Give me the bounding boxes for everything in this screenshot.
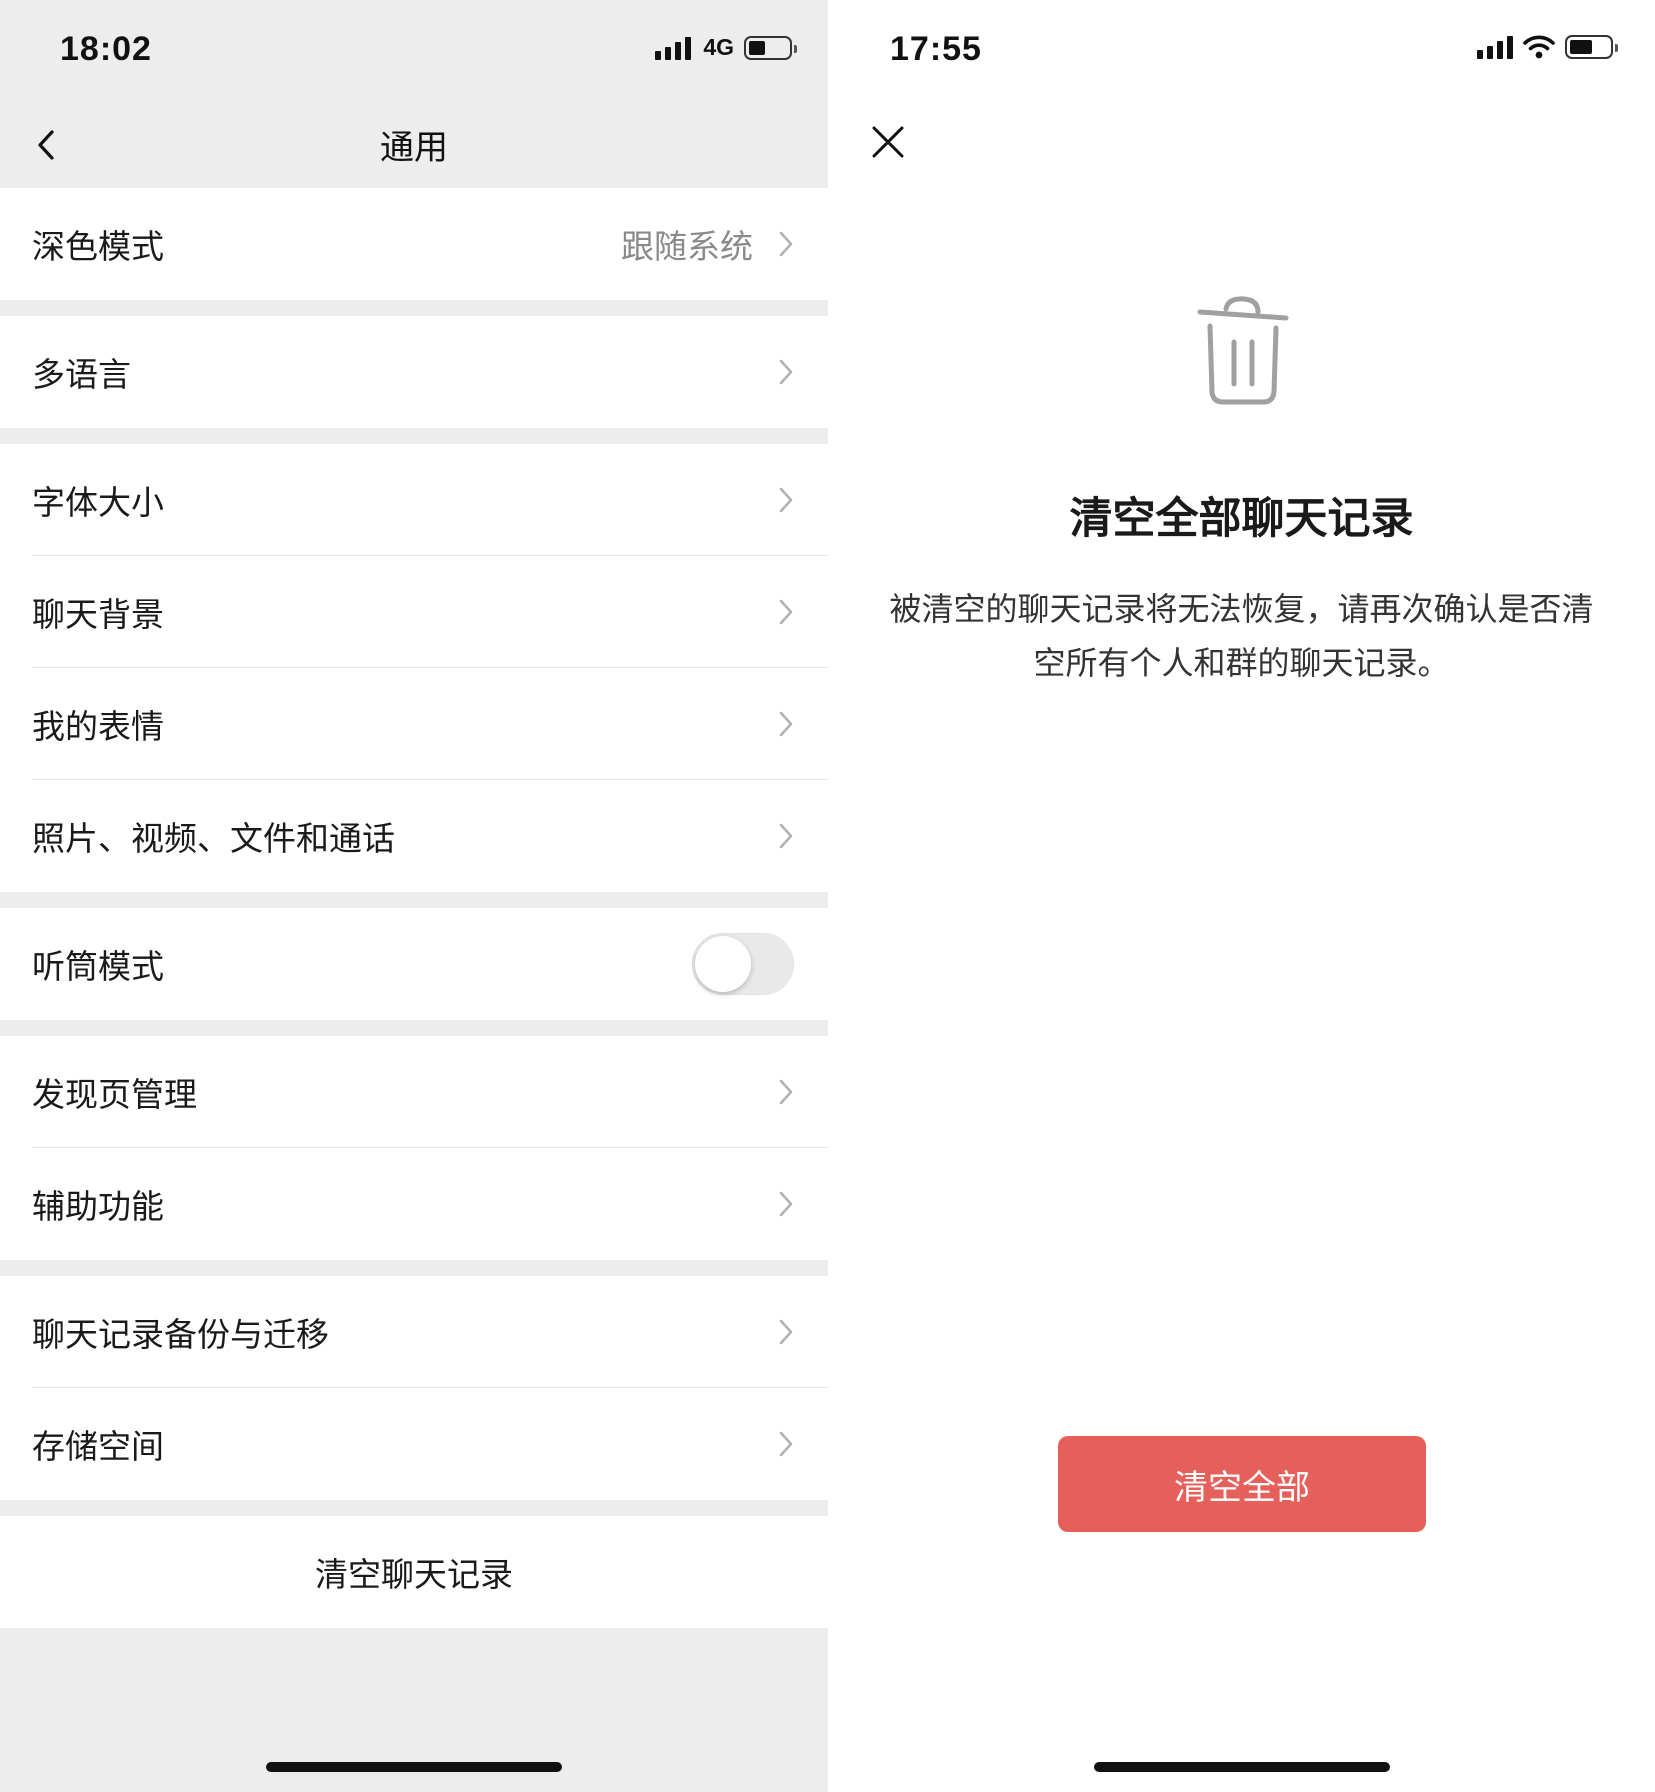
- status-time: 18:02: [60, 30, 152, 68]
- settings-item-label: 字体大小: [32, 483, 164, 522]
- settings-item-earpiece-mode: 听筒模式: [0, 908, 828, 1020]
- settings-item-dark-mode[interactable]: 深色模式 跟随系统: [0, 188, 828, 300]
- chevron-right-icon: [779, 231, 793, 257]
- dialog-description: 被清空的聊天记录将无法恢复，请再次确认是否清空所有个人和群的聊天记录。: [889, 590, 1594, 682]
- network-type: 4G: [703, 34, 734, 60]
- page-title: 通用: [380, 128, 448, 168]
- settings-item-accessibility[interactable]: 辅助功能: [0, 1148, 828, 1260]
- signal-icon: [655, 36, 692, 60]
- clear-chat-history-label: 清空聊天记录: [315, 1555, 513, 1594]
- chevron-right-icon: [779, 359, 793, 385]
- nav-bar: 通用: [0, 100, 828, 188]
- settings-item-label: 存储空间: [32, 1427, 164, 1466]
- battery-icon: [744, 35, 797, 60]
- settings-item-language[interactable]: 多语言: [0, 316, 828, 428]
- clear-all-button[interactable]: 清空全部: [1058, 1436, 1426, 1532]
- settings-group-earpiece: 听筒模式: [0, 908, 828, 1020]
- settings-group-display: 深色模式 跟随系统: [0, 188, 828, 300]
- settings-group-clear: 清空聊天记录: [0, 1516, 828, 1628]
- settings-item-label: 辅助功能: [32, 1187, 164, 1226]
- battery-icon: [1565, 35, 1618, 59]
- chevron-right-icon: [779, 1431, 793, 1457]
- settings-item-discover-management[interactable]: 发现页管理: [0, 1036, 828, 1148]
- settings-item-label: 多语言: [32, 355, 131, 394]
- wifi-icon: [1523, 35, 1555, 59]
- chevron-right-icon: [779, 1319, 793, 1345]
- chevron-right-icon: [779, 1191, 793, 1217]
- settings-item-value: 跟随系统: [621, 227, 753, 266]
- clear-all-chats-screen: 17:55 清空全部聊天记录 被清空的聊天记录将无法恢复，请再次确认是否清空所有…: [828, 0, 1655, 1792]
- settings-group-storage: 聊天记录备份与迁移 存储空间: [0, 1276, 828, 1500]
- settings-item-label: 聊天记录备份与迁移: [32, 1315, 329, 1354]
- chevron-right-icon: [779, 599, 793, 625]
- settings-item-label: 聊天背景: [32, 595, 164, 634]
- earpiece-mode-toggle[interactable]: [692, 933, 794, 995]
- settings-item-my-stickers[interactable]: 我的表情: [0, 668, 828, 780]
- settings-group-language: 多语言: [0, 316, 828, 428]
- settings-item-label: 照片、视频、文件和通话: [32, 819, 395, 858]
- status-bar: 18:02 4G: [0, 0, 828, 100]
- status-indicators: 4G: [655, 34, 797, 61]
- toggle-knob: [695, 936, 751, 992]
- settings-general-screen: 18:02 4G 通用 深色模式 跟随系统 多语言 字体大小 聊天背景 我的表情…: [0, 0, 828, 1792]
- chevron-right-icon: [779, 823, 793, 849]
- settings-item-chat-background[interactable]: 聊天背景: [0, 556, 828, 668]
- chevron-right-icon: [779, 487, 793, 513]
- settings-item-chat-backup[interactable]: 聊天记录备份与迁移: [0, 1276, 828, 1388]
- home-indicator: [266, 1762, 562, 1772]
- status-indicators: [1477, 34, 1618, 60]
- dialog-title: 清空全部聊天记录: [1069, 494, 1414, 544]
- settings-item-label: 我的表情: [32, 707, 164, 746]
- chevron-right-icon: [779, 1079, 793, 1105]
- settings-item-label: 听筒模式: [32, 947, 164, 986]
- chevron-right-icon: [779, 711, 793, 737]
- home-indicator: [1094, 1762, 1390, 1772]
- clear-chat-history-button[interactable]: 清空聊天记录: [0, 1516, 828, 1628]
- settings-group-discover: 发现页管理 辅助功能: [0, 1036, 828, 1260]
- settings-item-media-files-calls[interactable]: 照片、视频、文件和通话: [0, 780, 828, 892]
- signal-icon: [1477, 35, 1513, 59]
- settings-item-storage[interactable]: 存储空间: [0, 1388, 828, 1500]
- settings-item-label: 深色模式: [32, 227, 164, 266]
- settings-item-label: 发现页管理: [32, 1075, 197, 1114]
- settings-item-font-size[interactable]: 字体大小: [0, 444, 828, 556]
- settings-group-chat: 字体大小 聊天背景 我的表情 照片、视频、文件和通话: [0, 444, 828, 892]
- status-time: 17:55: [890, 30, 982, 68]
- status-bar: 17:55: [828, 0, 1655, 100]
- trash-icon: [1197, 296, 1289, 405]
- close-icon[interactable]: [868, 122, 908, 162]
